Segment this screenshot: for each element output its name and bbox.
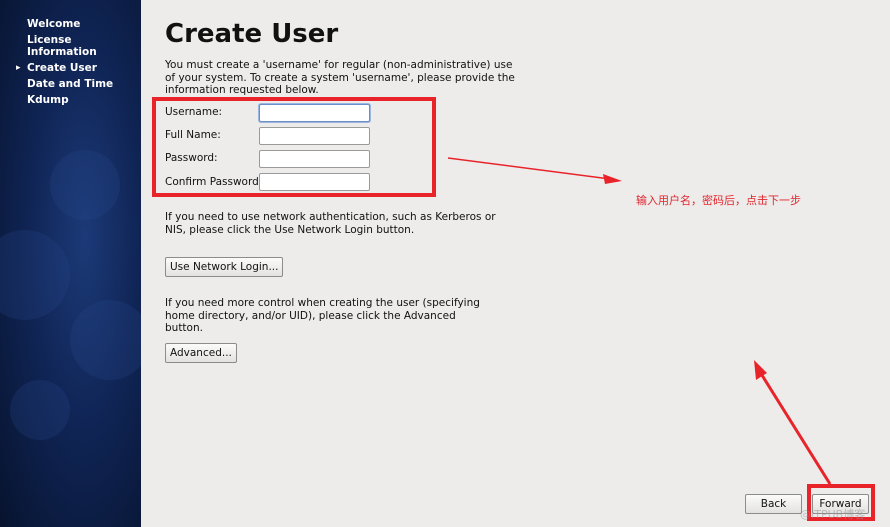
arrow-head-to-forward [754,360,767,380]
arrow-head-to-note [603,174,622,184]
arrow-line-to-note [447,157,611,180]
watermark: @ITPUB博客 [800,508,866,521]
annotation-arrows [447,157,832,485]
annotation-note: 输入用户名，密码后，点击下一步 [636,194,801,207]
arrow-line-to-forward [758,371,832,485]
